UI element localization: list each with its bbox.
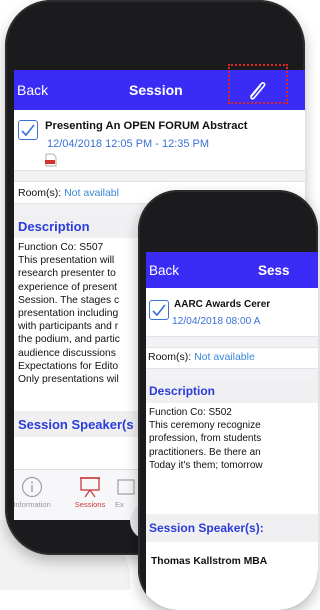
description-line: Today it's them; tomorrow (149, 459, 263, 471)
nav-title: Session (129, 82, 183, 98)
description-line: This ceremony recognize (149, 420, 261, 432)
room-value[interactable]: Not available (194, 351, 255, 363)
exhibit-icon (117, 479, 135, 495)
session-time: 12/04/2018 12:05 PM - 12:35 PM (47, 138, 210, 150)
tab-label: Information (14, 500, 51, 509)
description-text: Function Co: S502 This ceremony recogniz… (149, 406, 263, 472)
nav-title: Sess (258, 263, 290, 278)
description-text: Function Co: S507 This presentation will… (18, 241, 120, 386)
favorite-checkbox[interactable] (18, 120, 38, 140)
tab-label: Ex (115, 500, 124, 509)
session-title: AARC Awards Cerer (174, 299, 271, 310)
description-line: experience of present (18, 281, 118, 293)
session-time: 12/04/2018 08:00 A (172, 316, 261, 327)
nav-bar: Back Sess (146, 252, 318, 288)
description-line: Function Co: S507 (18, 242, 104, 253)
session-title: Presenting An OPEN FORUM Abstract (45, 120, 248, 132)
room-label: Room(s): (148, 351, 192, 363)
tab-information[interactable]: Information (14, 476, 62, 509)
info-icon (21, 476, 43, 498)
room-row: Room(s): Not available (148, 351, 255, 363)
description-line: Expectations for Edito (18, 360, 119, 372)
tab-label: Sessions (74, 500, 106, 509)
separator (14, 170, 305, 182)
description-line: audience discussions (18, 347, 116, 359)
description-header: Description (146, 379, 318, 403)
attachment-highlight-box (228, 64, 288, 104)
speaker-name[interactable]: Thomas Kallstrom MBA (151, 556, 267, 567)
description-line: the podium, and partic (18, 334, 120, 346)
description-line: presentation including (18, 308, 119, 320)
tab-sessions[interactable]: Sessions (60, 476, 120, 509)
room-label: Room(s): (18, 187, 62, 199)
speakers-header: Session Speaker(s): (146, 514, 318, 542)
description-line: Function Co: S502 (149, 407, 232, 418)
phone-frame-front: Back Sess AARC Awards Cerer 12/04/2018 0… (138, 190, 318, 610)
back-button[interactable]: Back (17, 82, 48, 98)
description-line: Only presentations wil (18, 374, 119, 386)
room-value[interactable]: Not availabl (64, 187, 119, 199)
app-screen-front: Back Sess AARC Awards Cerer 12/04/2018 0… (146, 252, 318, 610)
description-line: profession, from students (149, 433, 262, 445)
back-button[interactable]: Back (149, 263, 179, 278)
description-line: Session. The stages c (18, 294, 120, 306)
description-line: This presentation will (18, 255, 115, 267)
room-row: Room(s): Not availabl (18, 187, 119, 199)
presentation-icon (80, 477, 100, 498)
favorite-checkbox[interactable] (149, 300, 169, 320)
description-line: research presenter to (18, 268, 116, 280)
description-line: with participants and r (18, 321, 119, 333)
separator (146, 336, 318, 348)
description-line: practitioners. Be there an (149, 446, 261, 458)
